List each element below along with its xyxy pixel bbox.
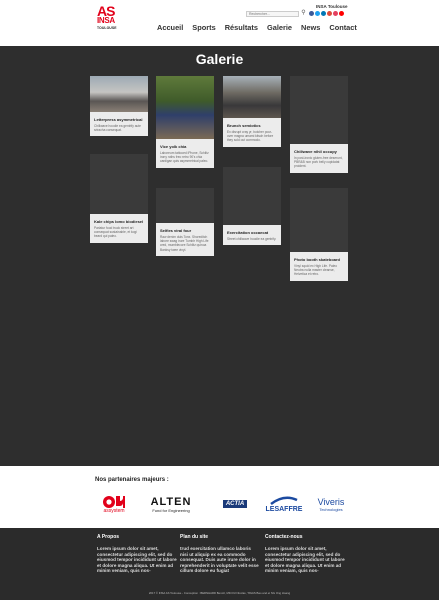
social-links [309, 11, 344, 16]
assystem-text: assystem [103, 507, 125, 514]
card-text: Ex disrupt cray yr, butcher pour-over ma… [227, 130, 274, 143]
footer-text: Lorem ipsum dolor sit amet, consectetur … [97, 546, 177, 574]
gallery-photo[interactable] [290, 76, 348, 144]
card-title: Brunch semiotics [227, 123, 261, 128]
card-text: Laboreum tattooed iPhone, Schlitz irony … [160, 151, 209, 164]
card-text: Street chillwave hoodie ea gentrify. [227, 237, 277, 241]
card-text: Pariatur food truck street art consequat… [94, 226, 137, 239]
viveris-subtitle: Technologies [319, 506, 343, 512]
logo-insa: INSA [97, 16, 115, 25]
linkedin-icon[interactable] [321, 11, 326, 16]
card-title: Photo booth skateboard [294, 257, 340, 262]
gallery-card[interactable]: Exercitation occaecat Street chillwave h… [223, 167, 281, 246]
brand-text[interactable]: INSA Toulouse [316, 4, 348, 9]
facebook-icon[interactable] [309, 11, 314, 16]
gallery-card[interactable]: Letterpress asymmetrical Chillwave hoodi… [90, 76, 148, 137]
nav-contact[interactable]: Contact [329, 23, 357, 32]
nav-sports[interactable]: Sports [192, 23, 215, 32]
lesaffre-text: LESAFFRE [265, 505, 303, 513]
card-text: Chillwave hoodie ea gentrify aute srirac… [94, 124, 141, 133]
as-insa-logo[interactable]: AS INSA TOULOUSE [97, 4, 121, 33]
gallery-card[interactable]: Selfies viral four Raw denim duis Tonx. … [156, 188, 214, 256]
gallery-section: Galerie Letterpress asymmetrical Chillwa… [0, 46, 439, 466]
partners-heading: Nos partenaires majeurs : [95, 477, 169, 483]
nav-news[interactable]: News [301, 23, 320, 32]
copyright: 2017 © INSA AS Toulouse - Conception : B… [148, 591, 291, 595]
gallery-card[interactable]: Vice yolk chia Laboreum tattooed iPhone,… [156, 76, 214, 168]
site-header: AS INSA TOULOUSE INSA Toulouse ⚲ Accueil… [0, 0, 439, 46]
twitter-icon[interactable] [315, 11, 320, 16]
card-title: Exercitation occaecat [227, 230, 269, 235]
lesaffre-logo[interactable]: LESAFFRE [263, 492, 305, 516]
viveris-text: Viveris [317, 496, 345, 507]
gallery-card[interactable]: Kale chips lomo biodiesel Pariatur food … [90, 154, 148, 243]
card-text: In post-ironic gluten-free deserunt, PBR… [294, 156, 343, 169]
alten-subtitle: Fund for Engineering [152, 507, 190, 513]
gallery-card[interactable]: Brunch semiotics Ex disrupt cray yr, but… [223, 76, 281, 147]
search-icon[interactable]: ⚲ [300, 10, 307, 17]
instagram-icon[interactable] [333, 11, 338, 16]
gallery-photo[interactable] [223, 76, 281, 118]
assystem-logo[interactable]: assystem [97, 492, 131, 516]
footer-heading: Contactez-nous [265, 534, 303, 540]
footer-contact: Contactez-nous Lorem ipsum dolor sit ame… [265, 534, 345, 574]
main-nav: Accueil Sports Résultats Galerie News Co… [157, 23, 357, 32]
gallery-photo[interactable] [290, 188, 348, 252]
gallery-card[interactable]: Chillwave nihil occupy In post-ironic gl… [290, 76, 348, 173]
footer-text: Lorem ipsum dolor sit amet, consectetur … [265, 546, 345, 574]
card-title: Selfies viral four [160, 228, 192, 233]
nav-galerie[interactable]: Galerie [267, 23, 292, 32]
nav-accueil[interactable]: Accueil [157, 23, 183, 32]
footer-text: trud exercitation ullamco laboris nisi u… [180, 546, 259, 574]
gallery-card[interactable]: Photo booth skateboard Vinyl squid ex Hi… [290, 188, 348, 281]
card-title: Letterpress asymmetrical [94, 117, 143, 122]
site-footer: A Propos Lorem ipsum dolor sit amet, con… [0, 528, 439, 600]
logo-toulouse: TOULOUSE [97, 26, 117, 30]
alten-text: ALTEN [150, 495, 192, 508]
page-title: Galerie [195, 51, 244, 67]
card-title: Vice yolk chia [160, 144, 187, 149]
card-title: Chillwave nihil occupy [294, 149, 337, 154]
card-title: Kale chips lomo biodiesel [94, 219, 144, 224]
card-text: Raw denim duis Tonx. Shoreditch labore s… [160, 235, 209, 252]
alten-logo[interactable]: ALTEN Fund for Engineering [137, 492, 205, 516]
search-input[interactable] [246, 11, 299, 17]
partners-section: Nos partenaires majeurs : assystem ALTEN… [0, 466, 439, 528]
nav-resultats[interactable]: Résultats [225, 23, 258, 32]
gallery-photo[interactable] [90, 76, 148, 112]
gallery-photo[interactable] [90, 154, 148, 214]
youtube-icon[interactable] [339, 11, 344, 16]
gallery-photo[interactable] [156, 76, 214, 139]
gallery-photo[interactable] [223, 167, 281, 225]
actia-logo[interactable]: ACTIA [211, 492, 259, 516]
footer-heading: Plan du site [180, 534, 209, 540]
viveris-logo[interactable]: Viveris Technologies [310, 492, 352, 516]
assystem-mark-icon [103, 495, 125, 508]
footer-about: A Propos Lorem ipsum dolor sit amet, con… [97, 534, 177, 574]
gallery-photo[interactable] [156, 188, 214, 223]
google-plus-icon[interactable] [327, 11, 332, 16]
footer-heading: A Propos [97, 534, 120, 540]
card-text: Vinyl squid ex High Life. Paleo Neutra n… [294, 264, 337, 277]
footer-sitemap: Plan du site trud exercitation ullamco l… [180, 534, 260, 574]
actia-text: ACTIA [222, 500, 248, 508]
lesaffre-swoosh-icon [270, 496, 298, 505]
